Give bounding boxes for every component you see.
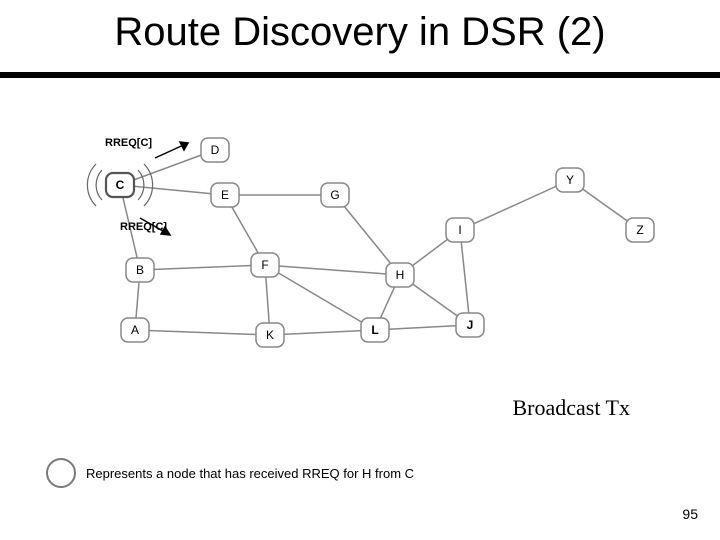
rreq-label-top: RREQ[C] <box>105 137 152 149</box>
title-underline <box>0 72 720 78</box>
node-L: L <box>361 318 389 342</box>
node-J: J <box>456 313 484 337</box>
page-title: Route Discovery in DSR (2) <box>0 10 720 55</box>
slide: Route Discovery in DSR (2) <box>0 0 720 540</box>
svg-text:C: C <box>116 178 125 192</box>
svg-text:Z: Z <box>636 223 643 237</box>
broadcast-label: Broadcast Tx <box>512 395 630 421</box>
svg-text:G: G <box>330 188 339 202</box>
nodes-group: C D E B A <box>106 138 654 347</box>
legend: Represents a node that has received RREQ… <box>46 458 414 488</box>
svg-text:E: E <box>221 188 229 202</box>
svg-text:I: I <box>458 223 461 237</box>
svg-text:L: L <box>371 323 378 337</box>
svg-text:F: F <box>261 258 268 272</box>
svg-text:H: H <box>396 268 405 282</box>
node-C: C <box>106 173 134 197</box>
svg-text:B: B <box>136 263 144 277</box>
node-H: H <box>386 263 414 287</box>
node-K: K <box>256 323 284 347</box>
svg-text:J: J <box>467 318 474 332</box>
node-I: I <box>446 218 474 242</box>
network-diagram: RREQ[C] RREQ[C] C D E B <box>0 100 720 360</box>
node-Y: Y <box>556 168 584 192</box>
node-F: F <box>251 253 279 277</box>
svg-text:K: K <box>266 328 274 342</box>
rreq-label-bottom: RREQ[C] <box>120 221 167 233</box>
node-B: B <box>126 258 154 282</box>
legend-text: Represents a node that has received RREQ… <box>86 466 414 481</box>
svg-text:D: D <box>211 143 220 157</box>
page-number: 95 <box>682 506 698 522</box>
legend-node-icon <box>46 458 76 488</box>
node-A: A <box>121 318 149 342</box>
node-G: G <box>321 183 349 207</box>
svg-text:Y: Y <box>566 173 574 187</box>
svg-text:A: A <box>131 323 139 337</box>
node-Z: Z <box>626 218 654 242</box>
node-E: E <box>211 183 239 207</box>
node-D: D <box>201 138 229 162</box>
